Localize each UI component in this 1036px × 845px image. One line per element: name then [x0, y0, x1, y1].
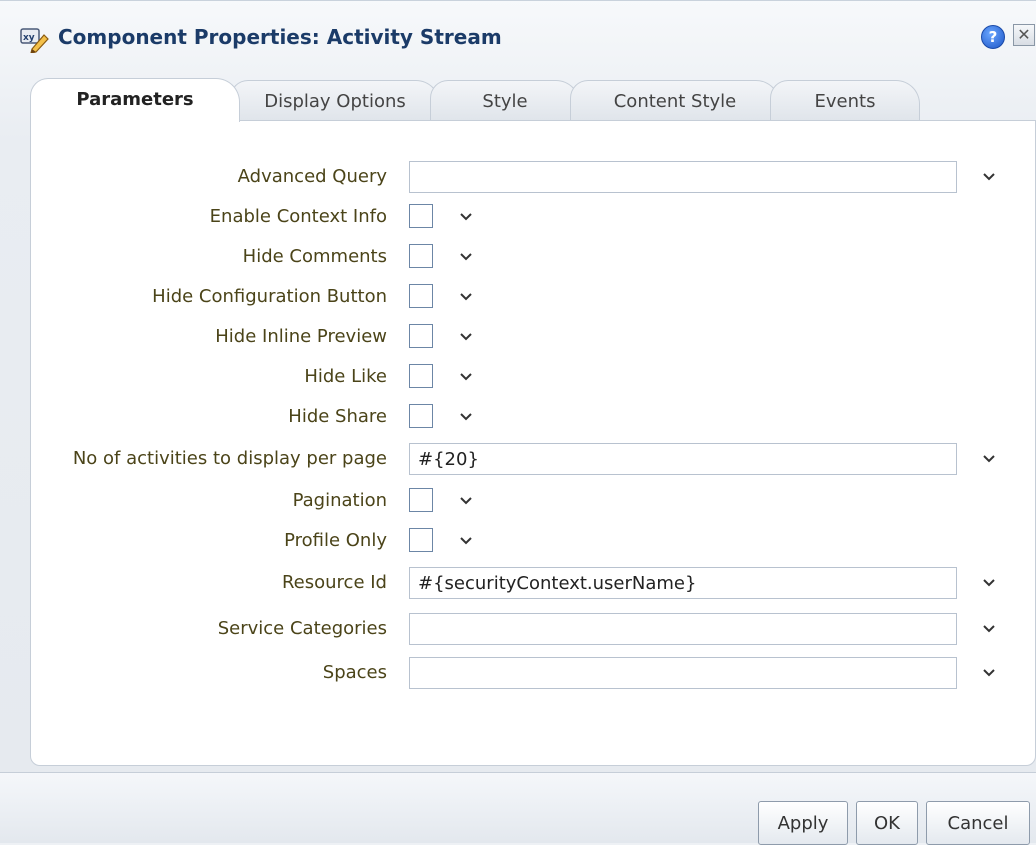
param-label: Hide Share — [288, 406, 387, 427]
chevron-down-icon[interactable] — [458, 492, 474, 508]
param-row-enable-context-info: Enable Context Info — [31, 197, 1036, 237]
hide-comments-checkbox[interactable] — [409, 244, 433, 268]
svg-text:xy: xy — [23, 33, 35, 43]
advanced-query-input[interactable] — [409, 161, 957, 193]
parameters-panel: Advanced Query Enable Context Info Hide … — [30, 120, 1036, 766]
close-icon[interactable]: ✕ — [1013, 24, 1035, 46]
tab-bar: Parameters Display Options Style Content… — [30, 78, 1030, 122]
chevron-down-icon[interactable] — [458, 328, 474, 344]
param-row-hide-like: Hide Like — [31, 357, 1036, 397]
param-label: Advanced Query — [237, 166, 387, 187]
param-row-advanced-query: Advanced Query — [31, 157, 1036, 197]
chevron-down-icon[interactable] — [458, 368, 474, 384]
param-row-hide-comments: Hide Comments — [31, 237, 1036, 277]
help-icon[interactable]: ? — [981, 25, 1005, 49]
chevron-down-icon[interactable] — [458, 288, 474, 304]
spaces-input[interactable] — [409, 657, 957, 689]
param-label: Pagination — [292, 490, 387, 511]
param-row-hide-configuration-button: Hide Configuration Button — [31, 277, 1036, 317]
param-label: Hide Like — [304, 366, 387, 387]
param-row-service-categories: Service Categories — [31, 609, 1036, 649]
param-label: Resource Id — [281, 572, 387, 593]
param-label: Spaces — [322, 662, 387, 683]
param-row-activities-per-page: No of activities to display per page — [31, 439, 1036, 479]
tab-content-style[interactable]: Content Style — [570, 80, 780, 122]
cancel-button[interactable]: Cancel — [926, 801, 1030, 845]
chevron-down-icon[interactable] — [458, 208, 474, 224]
param-row-hide-inline-preview: Hide Inline Preview — [31, 317, 1036, 357]
hide-like-checkbox[interactable] — [409, 364, 433, 388]
param-row-profile-only: Profile Only — [31, 521, 1036, 561]
param-row-spaces: Spaces — [31, 653, 1036, 693]
chevron-down-icon[interactable] — [981, 450, 997, 466]
profile-only-checkbox[interactable] — [409, 528, 433, 552]
hide-configuration-button-checkbox[interactable] — [409, 284, 433, 308]
enable-context-info-checkbox[interactable] — [409, 204, 433, 228]
param-label: No of activities to display per page — [72, 448, 387, 469]
resource-id-input[interactable] — [409, 567, 957, 599]
tab-display-options[interactable]: Display Options — [230, 80, 440, 122]
ok-button[interactable]: OK — [856, 801, 918, 845]
param-label: Hide Comments — [242, 246, 387, 267]
chevron-down-icon[interactable] — [981, 620, 997, 636]
chevron-down-icon[interactable] — [458, 532, 474, 548]
service-categories-input[interactable] — [409, 613, 957, 645]
dialog-footer: Apply OK Cancel — [0, 772, 1036, 845]
tab-parameters[interactable]: Parameters — [30, 78, 240, 122]
chevron-down-icon[interactable] — [458, 408, 474, 424]
title-bar: xy Component Properties: Activity Stream… — [0, 0, 1036, 79]
activities-per-page-input[interactable] — [409, 443, 957, 475]
pagination-checkbox[interactable] — [409, 488, 433, 512]
chevron-down-icon[interactable] — [458, 248, 474, 264]
param-label: Service Categories — [217, 618, 387, 639]
hide-inline-preview-checkbox[interactable] — [409, 324, 433, 348]
tab-style[interactable]: Style — [430, 80, 580, 122]
hide-share-checkbox[interactable] — [409, 404, 433, 428]
edit-properties-icon: xy — [20, 27, 50, 54]
param-label: Profile Only — [284, 530, 387, 551]
apply-button[interactable]: Apply — [758, 801, 848, 845]
param-row-hide-share: Hide Share — [31, 397, 1036, 437]
param-row-resource-id: Resource Id — [31, 563, 1036, 603]
param-label: Hide Inline Preview — [215, 326, 387, 347]
param-label: Enable Context Info — [209, 206, 387, 227]
dialog-title: Component Properties: Activity Stream — [58, 25, 502, 49]
chevron-down-icon[interactable] — [981, 168, 997, 184]
param-label: Hide Configuration Button — [152, 286, 387, 307]
chevron-down-icon[interactable] — [981, 574, 997, 590]
chevron-down-icon[interactable] — [981, 664, 997, 680]
tab-events[interactable]: Events — [770, 80, 920, 122]
param-row-pagination: Pagination — [31, 481, 1036, 521]
